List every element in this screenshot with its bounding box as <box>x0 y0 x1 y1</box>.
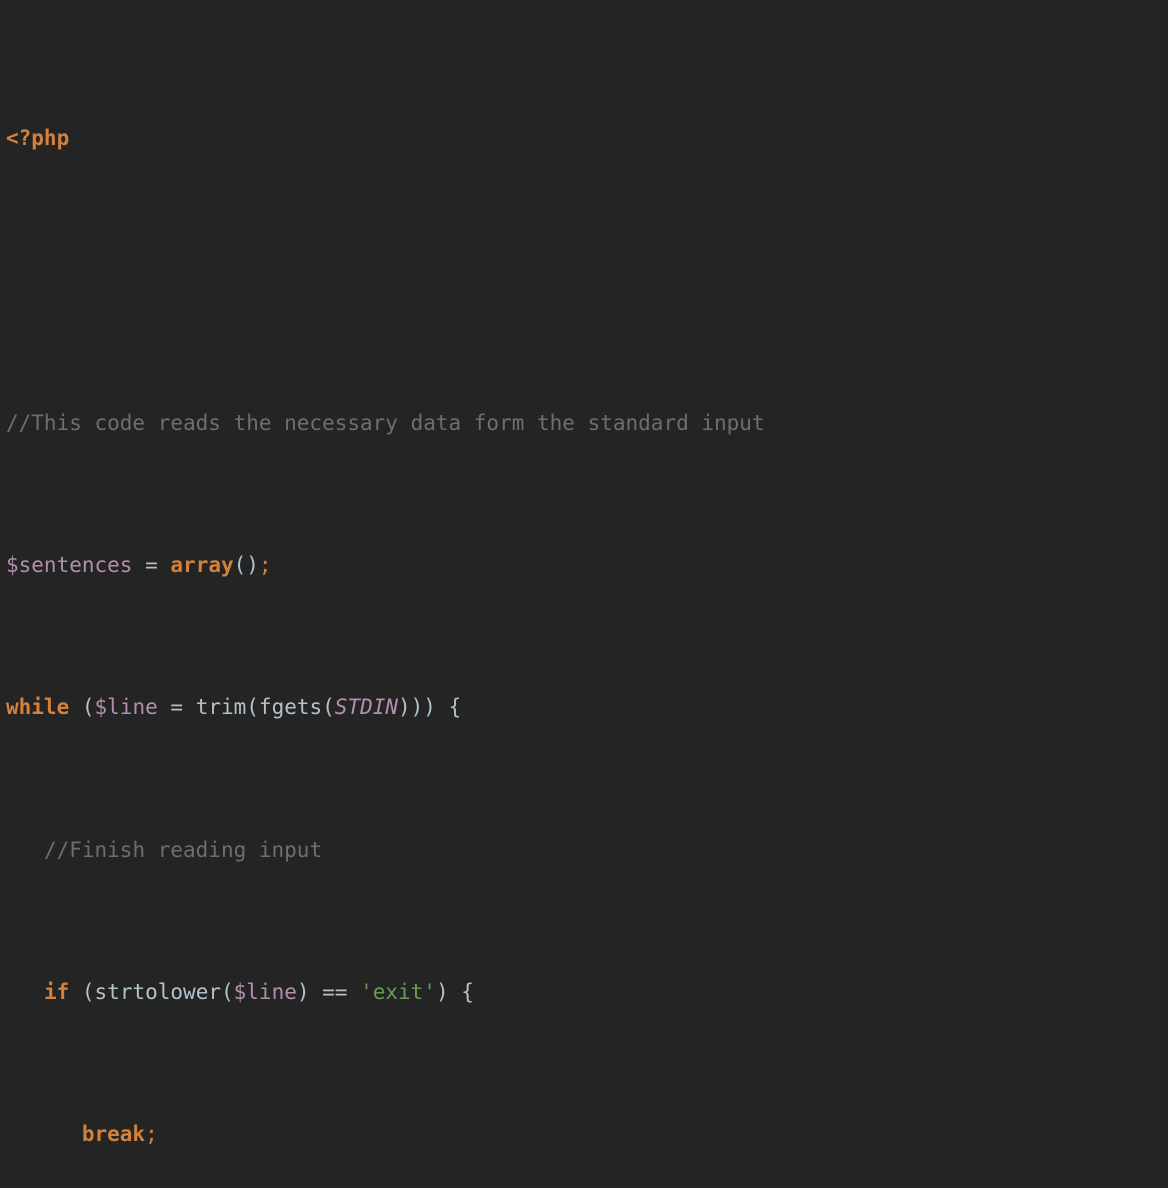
open-paren: ( <box>220 980 234 1005</box>
code-editor[interactable]: <?php //This code reads the necessary da… <box>0 0 1168 1146</box>
variable-sentences: $sentences <box>6 552 133 577</box>
code-line: $sentences = array(); <box>0 548 1168 584</box>
close-paren: ) <box>435 980 449 1005</box>
code-line: break; <box>0 1117 1168 1153</box>
equality-operator: == <box>309 980 361 1005</box>
semicolon: ; <box>145 1122 158 1147</box>
semicolon: ; <box>258 552 272 577</box>
comment-text: //This code reads the necessary data for… <box>6 410 765 435</box>
open-brace: { <box>435 695 462 720</box>
php-open-tag: <?php <box>6 125 70 150</box>
assign-operator: = <box>157 695 196 720</box>
close-paren: ) <box>296 980 310 1005</box>
keyword-array: array <box>170 552 234 577</box>
string-literal-exit: 'exit' <box>360 980 436 1005</box>
keyword-while: while <box>6 695 70 720</box>
code-line: if (strtolower($line) == 'exit') { <box>0 975 1168 1011</box>
parentheses: () <box>233 552 259 577</box>
open-paren: ( <box>322 695 335 720</box>
keyword-break: break <box>81 1122 146 1147</box>
open-paren: ( <box>246 695 259 720</box>
code-line: while ($line = trim(fgets(STDIN))) { <box>0 690 1168 726</box>
comment-text: //Finish reading input <box>43 837 323 862</box>
code-line: //Finish reading input <box>0 833 1168 869</box>
open-paren: ( <box>81 695 95 720</box>
variable-line: $line <box>94 695 158 720</box>
function-trim: trim <box>195 695 247 720</box>
code-line: //This code reads the necessary data for… <box>0 406 1168 442</box>
constant-stdin: STDIN <box>334 695 399 720</box>
keyword-if: if <box>43 980 70 1005</box>
code-line: <?php <box>0 121 1168 157</box>
variable-line: $line <box>233 980 297 1005</box>
assign-operator: = <box>145 552 158 577</box>
function-strtolower: strtolower <box>94 980 221 1005</box>
open-paren: ( <box>81 980 95 1005</box>
close-parens: ))) <box>398 695 436 720</box>
function-fgets: fgets <box>258 695 323 720</box>
open-brace: { <box>448 980 474 1005</box>
